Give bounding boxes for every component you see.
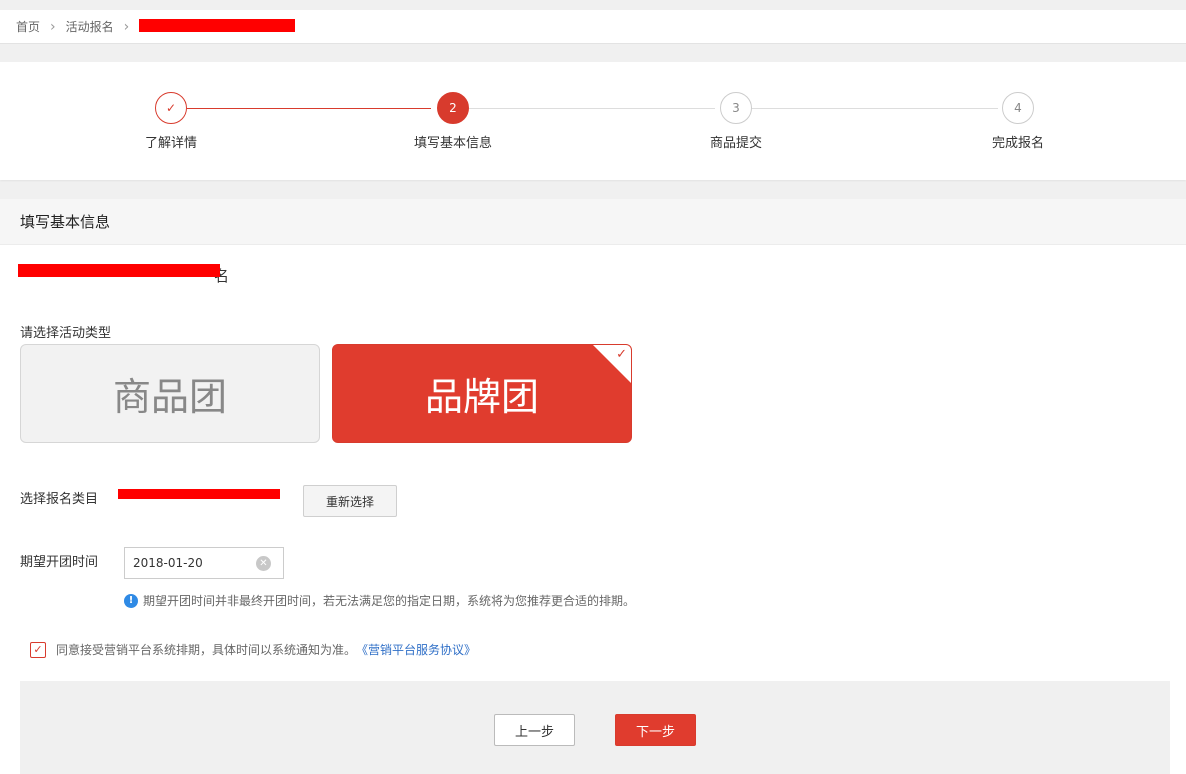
prev-step-button[interactable]: 上一步	[494, 714, 575, 746]
section-title: 填写基本信息	[0, 199, 1186, 245]
redacted-current-page	[139, 19, 296, 32]
form-footer: 上一步 下一步	[20, 681, 1170, 774]
info-icon: !	[124, 593, 138, 608]
chevron-right-icon: ›	[50, 18, 56, 35]
step-number: 3	[720, 92, 752, 124]
steps-progress: ✓ 了解详情 2 填写基本信息 3 商品提交 4 完成报名	[0, 62, 1186, 180]
chevron-right-icon: ›	[123, 18, 130, 35]
category-label: 选择报名类目	[20, 492, 99, 507]
step-3: 3 商品提交	[676, 92, 796, 151]
hint-text: 期望开团时间并非最终开团时间，若无法满足您的指定日期，系统将为您推荐更合适的排期…	[143, 594, 636, 608]
type-option-label: 商品团	[112, 375, 227, 419]
step-number: 4	[1002, 92, 1034, 124]
open-time-label: 期望开团时间	[20, 555, 99, 570]
redacted-category	[118, 489, 280, 499]
open-date-value: 2018-01-20	[133, 556, 203, 570]
open-time-hint: ! 期望开团时间并非最终开团时间，若无法满足您的指定日期，系统将为您推荐更合适的…	[124, 592, 635, 609]
activity-type-label: 请选择活动类型	[20, 326, 112, 341]
agree-checkbox[interactable]: ✓	[30, 641, 46, 658]
type-option-brand-group[interactable]: 品牌团 ✓	[332, 344, 632, 443]
step-label: 填写基本信息	[413, 136, 492, 151]
checkmark-icon: ✓	[616, 347, 627, 362]
breadcrumb-home[interactable]: 首页	[16, 18, 40, 35]
step-number: 2	[437, 92, 469, 124]
step-1: ✓ 了解详情	[111, 92, 231, 151]
agreement-row: ✓ 同意接受营销平台系统排期，具体时间以系统通知为准。 《营销平台服务协议》	[30, 641, 476, 658]
step-label: 完成报名	[991, 136, 1044, 151]
redacted-activity-title	[18, 264, 220, 277]
step-label: 了解详情	[144, 136, 197, 151]
form-panel: 填写基本信息 名 请选择活动类型 商品团 品牌团 ✓ 选择报名类目 重新选择 期…	[0, 199, 1186, 774]
step-4: 4 完成报名	[958, 92, 1078, 151]
type-option-label: 品牌团	[424, 375, 539, 419]
open-date-input[interactable]: 2018-01-20 ✕	[124, 547, 284, 579]
agree-text: 同意接受营销平台系统排期，具体时间以系统通知为准。	[56, 643, 357, 657]
checkmark-icon: ✓	[155, 92, 187, 124]
type-option-goods-group[interactable]: 商品团	[20, 344, 320, 443]
reselect-button[interactable]: 重新选择	[303, 485, 397, 517]
step-label: 商品提交	[709, 136, 762, 151]
clear-icon[interactable]: ✕	[256, 556, 271, 571]
breadcrumb: 首页 › 活动报名 ›	[0, 0, 1186, 44]
service-agreement-link[interactable]: 《营销平台服务协议》	[356, 641, 476, 658]
breadcrumb-activity-signup[interactable]: 活动报名	[66, 18, 114, 35]
step-2: 2 填写基本信息	[393, 92, 513, 151]
next-step-button[interactable]: 下一步	[615, 714, 696, 746]
